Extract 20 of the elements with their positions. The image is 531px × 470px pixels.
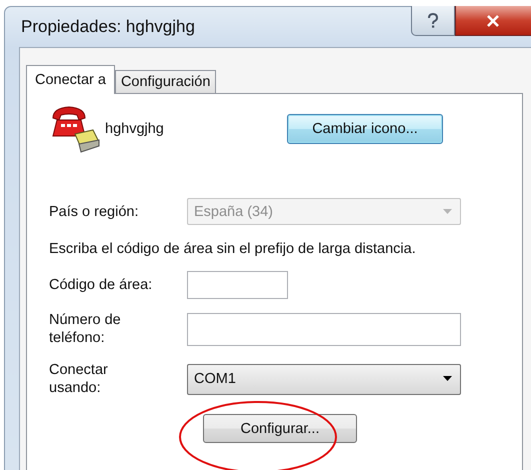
field-label: Número de teléfono: xyxy=(49,311,122,347)
tab[interactable]: Configuración xyxy=(114,70,216,93)
dropdown-arrow-icon xyxy=(443,208,452,214)
help-button[interactable] xyxy=(411,6,455,36)
device-dropdown[interactable]: COM1 xyxy=(187,364,461,394)
tab[interactable]: Conectar a xyxy=(26,65,115,94)
configure-button[interactable]: Configurar... xyxy=(203,414,357,443)
window-title: Propiedades: hghvgjhg xyxy=(21,17,196,37)
field-label: Código de área: xyxy=(49,277,154,293)
instruction-text: Escriba el código de área sin el prefijo de larga distancia. xyxy=(49,241,417,257)
connection-name: hghvgjhg xyxy=(105,121,165,137)
field-label: País o región: xyxy=(49,204,140,220)
help-icon xyxy=(427,12,439,28)
close-icon xyxy=(486,14,500,26)
change-icon-button[interactable]: Cambiar icono... xyxy=(287,114,443,144)
close-button[interactable] xyxy=(455,6,531,36)
dropdown-arrow-icon xyxy=(443,376,452,382)
field-label: Conectar usando: xyxy=(49,361,109,397)
area-code-field[interactable] xyxy=(187,271,288,299)
phone-number-field[interactable] xyxy=(187,312,461,346)
